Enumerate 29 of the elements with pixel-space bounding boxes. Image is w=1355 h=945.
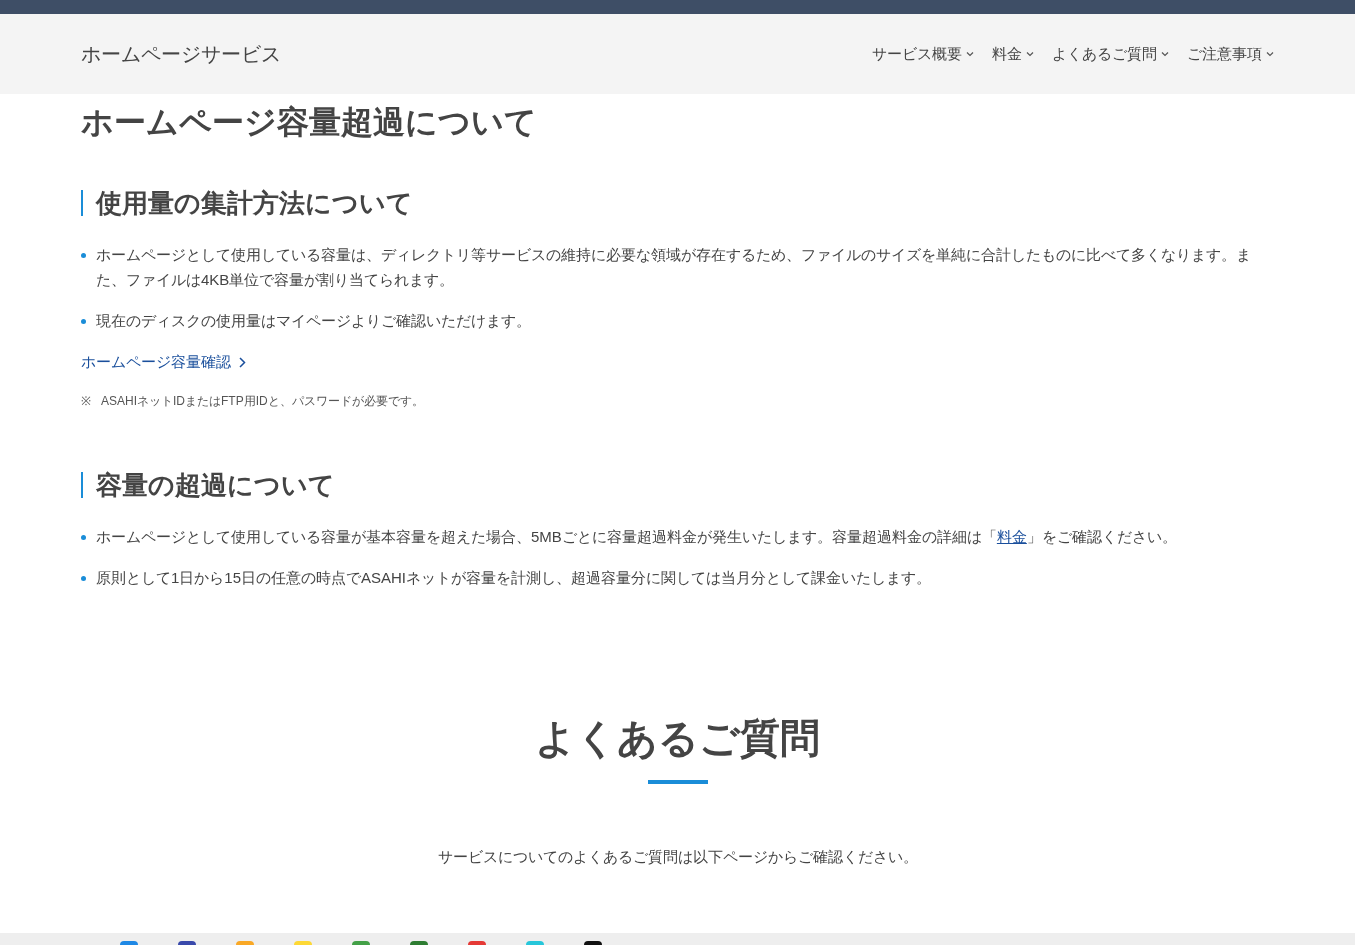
bullet-icon — [81, 319, 86, 324]
nav-menu[interactable]: サービス概要 — [872, 42, 974, 66]
chevron-down-icon — [1026, 51, 1034, 57]
bullet-text: ホームページとして使用している容量が基本容量を超えた場合、5MBごとに容量超過料金が発生いたします。容量超過料金の詳細は「料金」をご確認ください。 — [96, 526, 1177, 547]
note-text: ASAHIネットIDまたはFTP用IDと、パスワードが必要です。 — [101, 392, 424, 410]
bullet-icon — [81, 575, 86, 581]
page-title: ホームページ容量超過について — [81, 103, 538, 142]
section-heading: 使用量の集計方法について — [81, 190, 1274, 216]
nav-menu[interactable]: ご注意事項 — [1187, 42, 1274, 66]
bullet-text: 原則として1日から15日の任意の時点でASAHIネットが容量を計測し、超過容量分に関しては当月分として課金いたします。 — [96, 567, 932, 588]
nav-menu[interactable]: 料金 — [992, 42, 1034, 66]
chevron-down-icon — [966, 51, 974, 57]
bullet-icon — [81, 534, 86, 540]
section-heading: 容量の超過について — [81, 471, 1274, 498]
price-link[interactable]: 料金 — [996, 527, 1027, 545]
taskbar-app-icon[interactable] — [584, 941, 602, 945]
chevron-right-icon — [239, 356, 246, 368]
faq-text: サービスについてのよくあるご質問は以下ページからご確認ください。 — [437, 846, 918, 867]
note-mark: ※ — [81, 392, 91, 410]
bullet-text: ホームページとして使用している容量は、ディレクトリ等サービスの維持に必要な領域が存在するため、ファイルのサイズを単純に合計したものに比べて多くなります。また、ファイルは4KB単位で容量が割り当てられます。 — [96, 245, 1252, 290]
taskbar-app-icon[interactable] — [178, 941, 196, 945]
bullet-icon — [81, 253, 86, 258]
chevron-down-icon — [1161, 51, 1169, 57]
bullet-text: 現在のディスクの使用量はマイページよりご確認いただけます。 — [96, 311, 531, 331]
chevron-down-icon — [1266, 51, 1274, 57]
nav-menu[interactable]: よくあるご質問 — [1052, 42, 1169, 66]
faq-heading: よくあるご質問 — [535, 714, 820, 762]
capacity-check-link[interactable]: ホームページ容量確認 — [81, 351, 246, 374]
site-title[interactable]: ホームページサービス — [81, 39, 281, 69]
